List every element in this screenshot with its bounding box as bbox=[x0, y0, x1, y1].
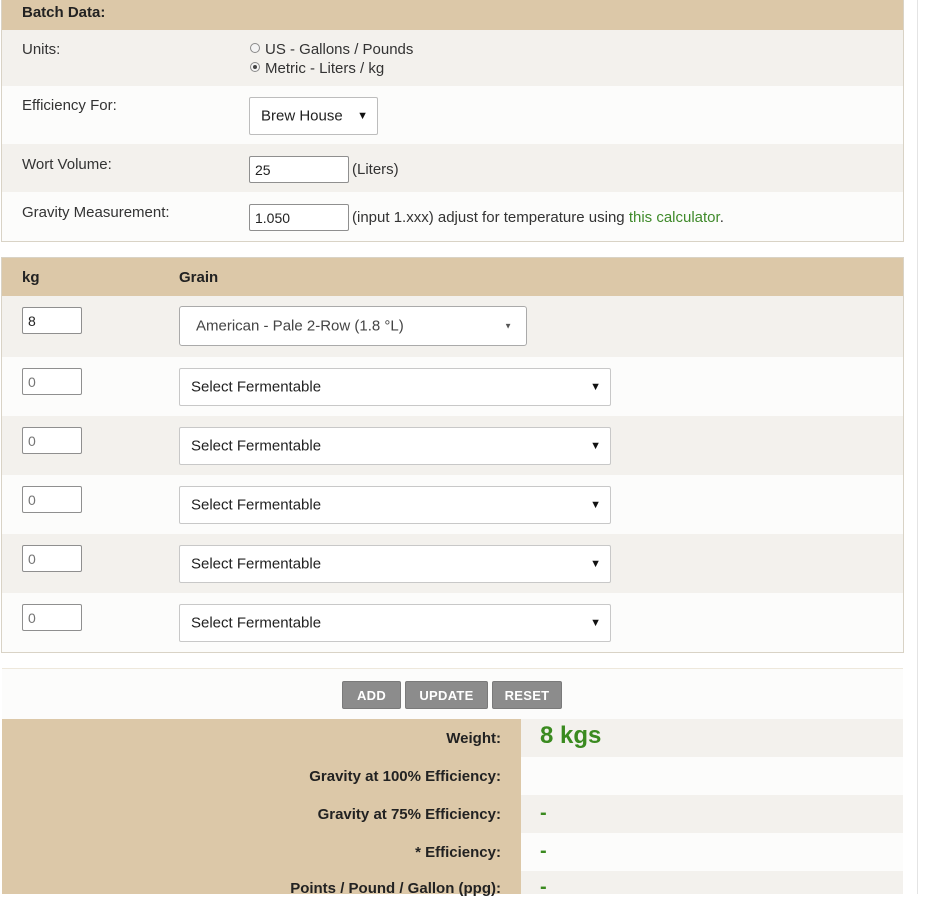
temperature-calculator-link[interactable]: this calculator bbox=[629, 209, 720, 226]
fermentable-select-value: Select Fermentable bbox=[191, 437, 322, 455]
efficiency-label: Efficiency For: bbox=[22, 97, 117, 114]
ppg-result-label: Points / Pound / Gallon (ppg): bbox=[290, 880, 501, 897]
grain-select-value: American - Pale 2-Row (1.8 °L) bbox=[196, 317, 404, 335]
chevron-down-icon: ▼ bbox=[590, 617, 601, 629]
fermentable-select-value: Select Fermentable bbox=[191, 555, 322, 573]
efficiency-row bbox=[2, 86, 903, 144]
wort-volume-input[interactable] bbox=[249, 156, 349, 183]
results-row-efficiency bbox=[521, 833, 903, 871]
fermentable-select[interactable]: Select Fermentable ▼ bbox=[179, 368, 611, 406]
chevron-down-icon: ▼ bbox=[590, 499, 601, 511]
add-button[interactable]: ADD bbox=[342, 681, 401, 709]
gravity-measurement-label: Gravity Measurement: bbox=[22, 204, 170, 221]
units-radio-metric[interactable] bbox=[250, 62, 260, 72]
reset-button[interactable]: RESET bbox=[492, 681, 562, 709]
wort-volume-label: Wort Volume: bbox=[22, 156, 112, 173]
gravity75-result-label: Gravity at 75% Efficiency: bbox=[317, 806, 501, 823]
grain-weight-input[interactable] bbox=[22, 368, 82, 395]
grain-header-bar bbox=[2, 258, 903, 296]
grain-weight-input[interactable] bbox=[22, 604, 82, 631]
fermentable-select-value: Select Fermentable bbox=[191, 378, 322, 396]
ppg-result-value: - bbox=[540, 876, 547, 898]
results-row-ppg bbox=[521, 871, 903, 894]
grain-column-header: Grain bbox=[179, 269, 219, 286]
grain-weight-input[interactable] bbox=[22, 545, 82, 572]
efficiency-select[interactable]: Brew House ▼ bbox=[249, 97, 378, 135]
chevron-down-icon: ▼ bbox=[590, 381, 601, 393]
weight-column-header: kg bbox=[22, 269, 40, 286]
fermentable-select[interactable]: Select Fermentable ▼ bbox=[179, 486, 611, 524]
grain-weight-input[interactable] bbox=[22, 486, 82, 513]
units-row bbox=[2, 30, 903, 86]
units-label: Units: bbox=[22, 41, 61, 58]
chevron-down-icon: ▼ bbox=[357, 110, 368, 122]
wort-row bbox=[2, 144, 903, 192]
grain-weight-input[interactable] bbox=[22, 307, 82, 334]
gravity-hint: (input 1.xxx) adjust for temperature usi… bbox=[352, 209, 724, 226]
page-scrollbar[interactable] bbox=[917, 0, 925, 894]
efficiency-result-value: - bbox=[540, 840, 547, 862]
fermentable-select[interactable]: Select Fermentable ▼ bbox=[179, 545, 611, 583]
fermentable-select[interactable]: Select Fermentable ▼ bbox=[179, 604, 611, 642]
efficiency-select-value: Brew House bbox=[261, 107, 343, 125]
units-radio-us[interactable] bbox=[250, 43, 260, 53]
results-row-gravity100 bbox=[521, 757, 903, 795]
units-option-metric[interactable]: Metric - Liters / kg bbox=[265, 60, 384, 77]
wort-volume-unit: (Liters) bbox=[352, 161, 399, 178]
batch-data-title: Batch Data: bbox=[22, 4, 106, 21]
gravity-hint-text: (input 1.xxx) adjust for temperature usi… bbox=[352, 209, 625, 226]
fermentable-select-value: Select Fermentable bbox=[191, 496, 322, 514]
batch-data-header-bar bbox=[2, 0, 903, 30]
results-row-gravity75 bbox=[521, 795, 903, 833]
units-option-us[interactable]: US - Gallons / Pounds bbox=[265, 41, 413, 58]
chevron-down-icon: ▼ bbox=[590, 558, 601, 570]
gravity-hint-period: . bbox=[719, 209, 724, 226]
weight-result-value: 8 kgs bbox=[540, 722, 602, 749]
grain-weight-input[interactable] bbox=[22, 427, 82, 454]
gravity75-result-value: - bbox=[540, 802, 547, 824]
efficiency-result-label: * Efficiency: bbox=[415, 844, 501, 861]
chevron-down-icon: ▼ bbox=[504, 321, 512, 331]
fermentable-select[interactable]: Select Fermentable ▼ bbox=[179, 427, 611, 465]
gravity-measurement-input[interactable] bbox=[249, 204, 349, 231]
grain-select[interactable]: American - Pale 2-Row (1.8 °L) ▼ bbox=[179, 306, 527, 346]
gravity100-result-label: Gravity at 100% Efficiency: bbox=[309, 768, 501, 785]
fermentable-select-value: Select Fermentable bbox=[191, 614, 322, 632]
weight-result-label: Weight: bbox=[446, 730, 501, 747]
update-button[interactable]: UPDATE bbox=[405, 681, 488, 709]
chevron-down-icon: ▼ bbox=[590, 440, 601, 452]
